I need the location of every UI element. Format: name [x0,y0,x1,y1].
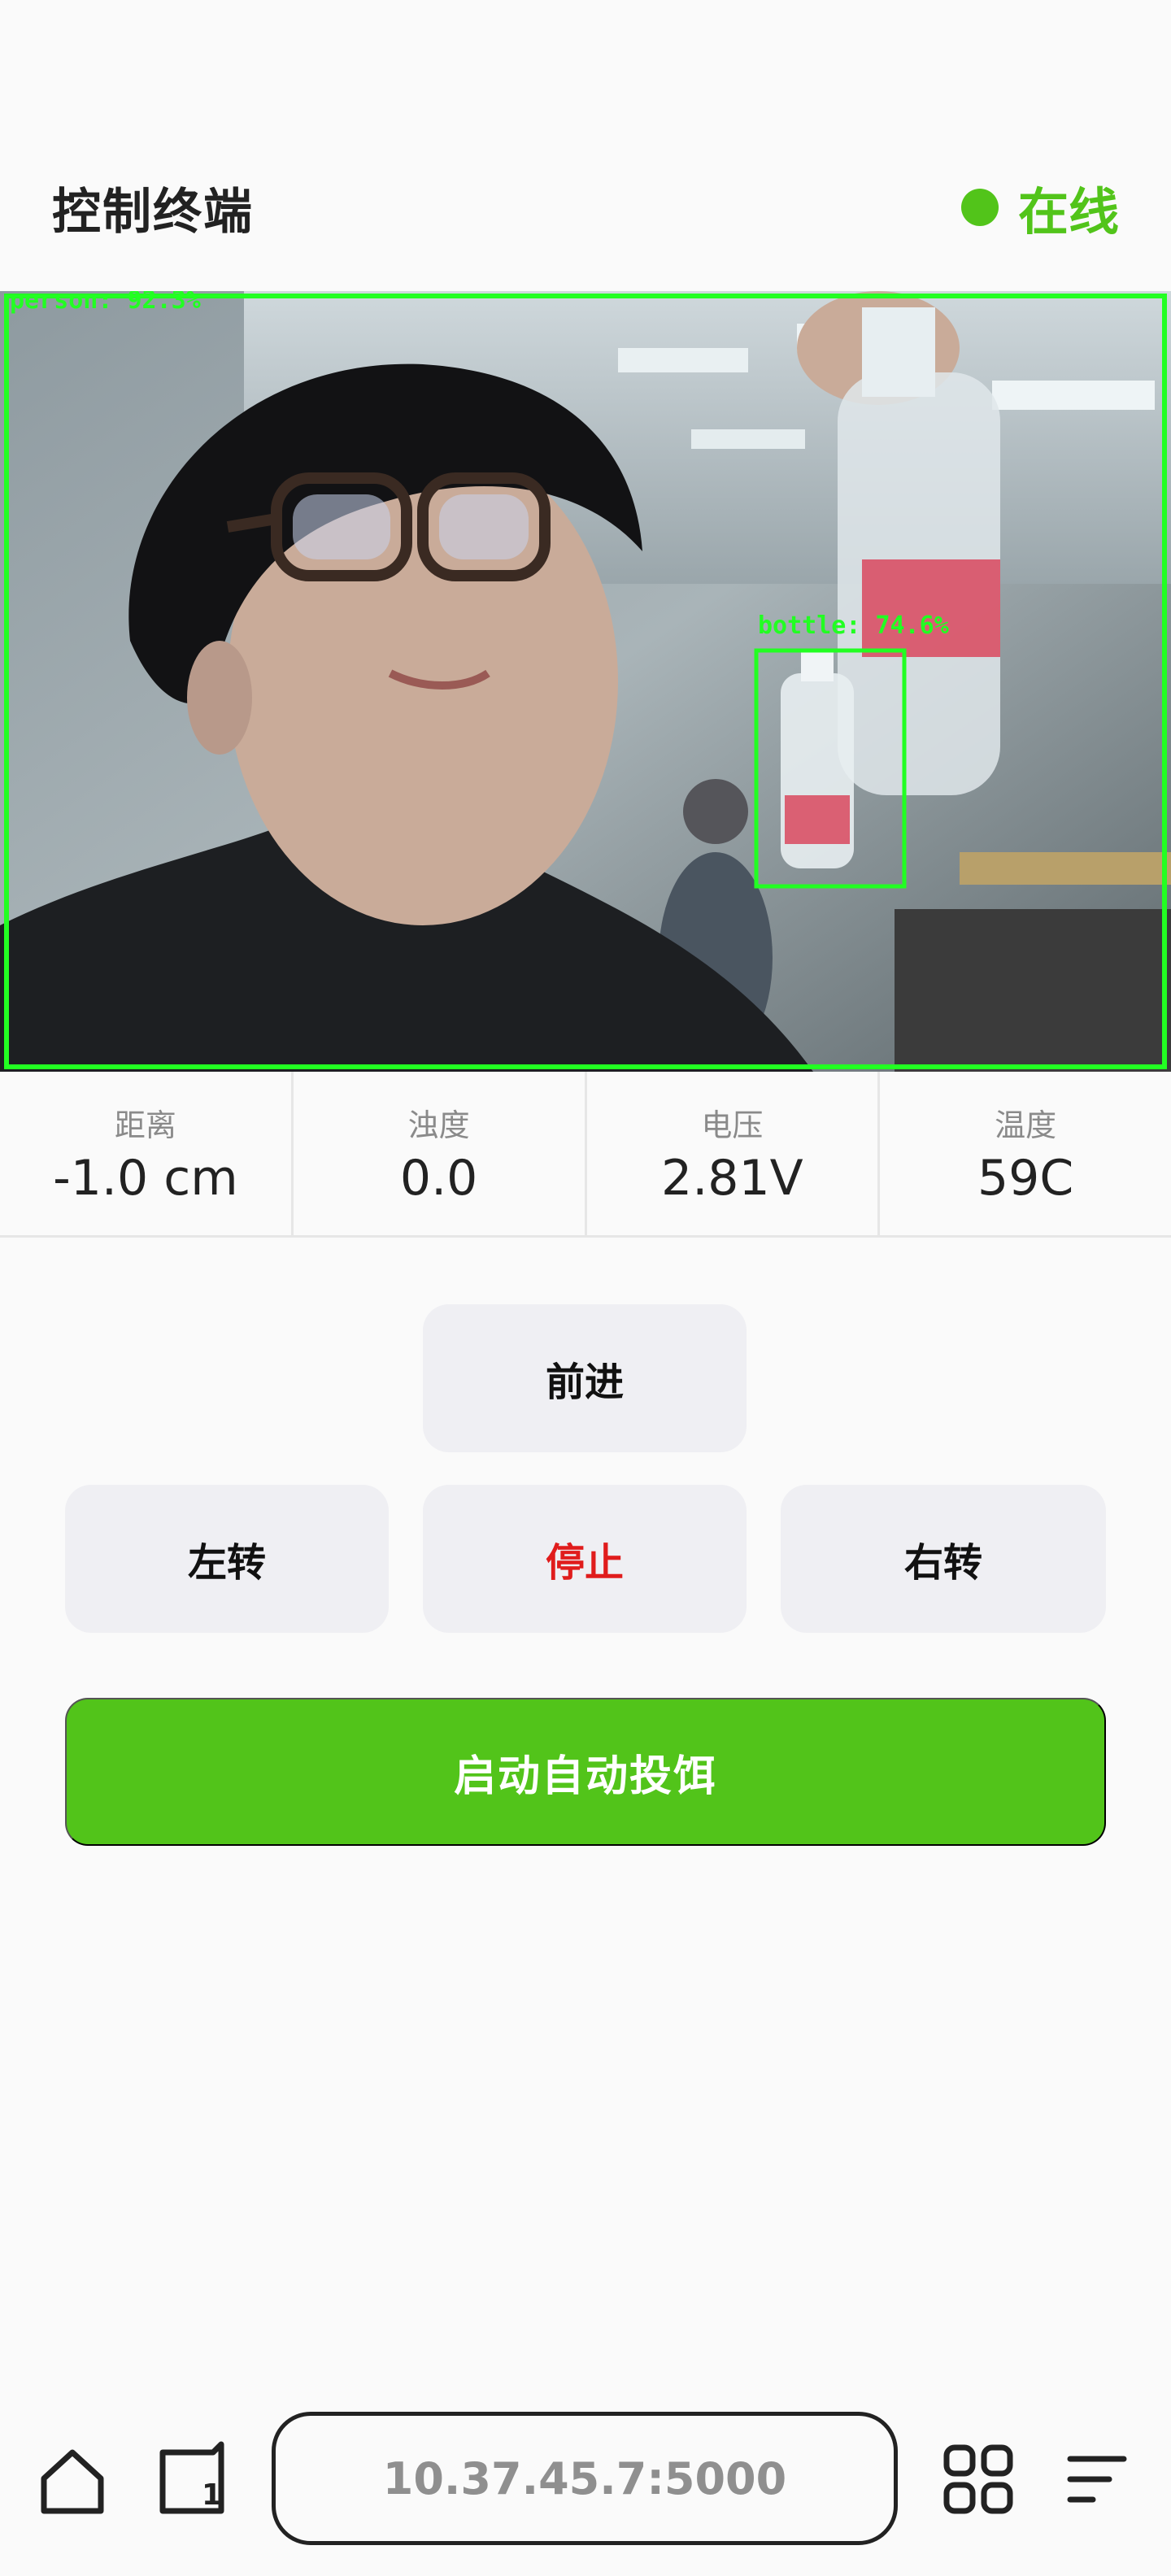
sensor-value: -1.0 cm [53,1150,238,1207]
sensor-value: 0.0 [399,1150,478,1207]
camera-image [0,291,1171,1072]
home-icon[interactable] [36,2444,109,2517]
sensor-value: 59C [977,1150,1074,1207]
sensor-label: 温度 [995,1107,1057,1143]
sensor-temperature: 温度 59C [880,1072,1171,1235]
forward-button[interactable]: 前进 [423,1304,747,1452]
tab-count: 1 [202,2478,223,2512]
turn-left-button[interactable]: 左转 [65,1485,389,1633]
turn-right-button[interactable]: 右转 [781,1485,1106,1633]
camera-feed: person: 92.3% bottle: 74.6% [0,291,1171,1072]
sensor-label: 距离 [114,1107,176,1143]
person-detection-label: person: 92.3% [10,291,201,315]
sensor-turbidity: 浊度 0.0 [294,1072,587,1235]
status-text: 在线 [1017,182,1119,242]
page: 控制终端 在线 person: 92.3% bottle: 74.6% 距离 -… [0,0,1171,2576]
sensor-distance: 距离 -1.0 cm [0,1072,294,1235]
stop-button[interactable]: 停止 [423,1485,747,1633]
sensor-label: 浊度 [407,1107,470,1143]
apps-icon[interactable] [943,2444,1013,2514]
bottle-detection-label: bottle: 74.6% [758,611,949,640]
online-dot-icon [960,189,999,226]
sensor-panel: 距离 -1.0 cm 浊度 0.0 电压 2.81V 温度 59C [0,1072,1171,1238]
page-title: 控制终端 [52,183,254,241]
menu-icon[interactable] [1065,2451,1130,2508]
url-bar[interactable]: 10.37.45.7:5000 [272,2412,898,2545]
sensor-voltage: 电压 2.81V [587,1072,881,1235]
status-indicator: 在线 [960,171,1119,244]
tabs-icon[interactable]: 1 [156,2441,229,2519]
header: 控制终端 在线 [0,122,1171,293]
sensor-value: 2.81V [661,1150,803,1207]
browser-bottom-bar: 1 10.37.45.7:5000 [0,2399,1171,2561]
sensor-label: 电压 [701,1107,764,1143]
auto-feed-button[interactable]: 启动自动投饵 [65,1698,1106,1846]
